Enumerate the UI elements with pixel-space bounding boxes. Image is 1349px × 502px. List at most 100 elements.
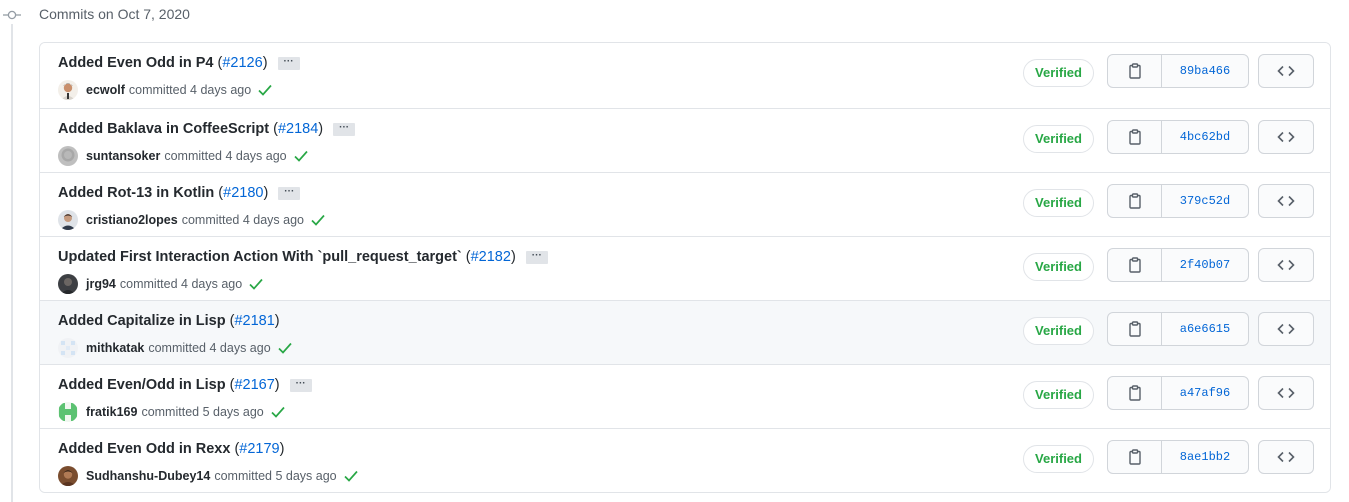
pull-request-link[interactable]: #2182 [471, 249, 511, 265]
commit-title: Added Even Odd in Rexx (#2179) [58, 441, 285, 457]
clipboard-icon [1128, 193, 1142, 209]
commit-row[interactable]: Added Baklava in CoffeeScript (#2184) ··… [40, 108, 1330, 172]
pull-request-link[interactable]: #2126 [222, 55, 262, 71]
check-icon[interactable] [344, 470, 358, 482]
ellipsis-icon[interactable]: ··· [333, 122, 356, 136]
commit-row[interactable]: Added Even Odd in Rexx (#2179) Sudhanshu… [40, 428, 1330, 492]
commit-row[interactable]: Added Even Odd in P4 (#2126) ··· ecwolf … [40, 43, 1330, 108]
commit-time: committed 4 days ago [148, 341, 271, 355]
commit-message-link[interactable]: Added Capitalize in Lisp [58, 313, 226, 329]
pull-request-link[interactable]: #2181 [234, 313, 274, 329]
browse-repo-button[interactable] [1258, 376, 1314, 410]
avatar[interactable] [58, 80, 78, 100]
verified-badge[interactable]: Verified [1023, 125, 1094, 153]
browse-repo-button[interactable] [1258, 312, 1314, 346]
browse-repo-button[interactable] [1258, 248, 1314, 282]
sha-button-group: 8ae1bb2 [1107, 440, 1249, 474]
avatar[interactable] [58, 146, 78, 166]
commit-title: Updated First Interaction Action With `p… [58, 249, 548, 265]
ellipsis-icon[interactable]: ··· [278, 186, 301, 200]
check-icon[interactable] [294, 150, 308, 162]
author-link[interactable]: suntansoker [86, 149, 160, 163]
git-commit-icon [3, 10, 21, 20]
avatar[interactable] [58, 274, 78, 294]
commit-sha-link[interactable]: 4bc62bd [1162, 121, 1248, 153]
browse-repo-button[interactable] [1258, 120, 1314, 154]
author-link[interactable]: Sudhanshu-Dubey14 [86, 469, 210, 483]
browse-repo-button[interactable] [1258, 440, 1314, 474]
check-icon[interactable] [278, 342, 292, 354]
code-icon [1277, 451, 1295, 463]
commit-meta: cristiano2lopes committed 4 days ago [58, 210, 325, 230]
check-icon[interactable] [311, 214, 325, 226]
copy-sha-button[interactable] [1108, 55, 1162, 87]
commit-sha-link[interactable]: 379c52d [1162, 185, 1248, 217]
commit-sha-link[interactable]: 89ba466 [1162, 55, 1248, 87]
code-icon [1277, 195, 1295, 207]
commit-meta: fratik169 committed 5 days ago [58, 402, 285, 422]
check-icon[interactable] [258, 84, 272, 96]
copy-sha-button[interactable] [1108, 377, 1162, 409]
copy-sha-button[interactable] [1108, 249, 1162, 281]
commit-message-link[interactable]: Added Baklava in CoffeeScript [58, 121, 269, 137]
verified-badge[interactable]: Verified [1023, 381, 1094, 409]
sha-button-group: 4bc62bd [1107, 120, 1249, 154]
code-icon [1277, 65, 1295, 77]
sha-button-group: 379c52d [1107, 184, 1249, 218]
commit-time: committed 4 days ago [164, 149, 287, 163]
commit-message-link[interactable]: Added Rot-13 in Kotlin [58, 185, 214, 201]
sha-button-group: a47af96 [1107, 376, 1249, 410]
code-icon [1277, 387, 1295, 399]
commit-message-link[interactable]: Added Even Odd in P4 [58, 55, 214, 71]
check-icon[interactable] [271, 406, 285, 418]
pull-request-link[interactable]: #2167 [234, 377, 274, 393]
commit-sha-link[interactable]: a47af96 [1162, 377, 1248, 409]
avatar[interactable] [58, 338, 78, 358]
copy-sha-button[interactable] [1108, 185, 1162, 217]
commit-group-title: Commits on Oct 7, 2020 [39, 6, 190, 22]
copy-sha-button[interactable] [1108, 313, 1162, 345]
pull-request-link[interactable]: #2184 [278, 121, 318, 137]
pull-request-link[interactable]: #2180 [223, 185, 263, 201]
commit-title: Added Even/Odd in Lisp (#2167) ··· [58, 377, 312, 393]
browse-repo-button[interactable] [1258, 54, 1314, 88]
browse-repo-button[interactable] [1258, 184, 1314, 218]
sha-button-group: 2f40b07 [1107, 248, 1249, 282]
verified-badge[interactable]: Verified [1023, 59, 1094, 87]
clipboard-icon [1128, 129, 1142, 145]
author-link[interactable]: ecwolf [86, 83, 125, 97]
commit-sha-link[interactable]: 2f40b07 [1162, 249, 1248, 281]
commit-message-link[interactable]: Updated First Interaction Action With `p… [58, 249, 462, 265]
avatar[interactable] [58, 402, 78, 422]
commit-sha-link[interactable]: a6e6615 [1162, 313, 1248, 345]
commit-sha-link[interactable]: 8ae1bb2 [1162, 441, 1248, 473]
commit-message-link[interactable]: Added Even Odd in Rexx [58, 441, 230, 457]
commit-row[interactable]: Updated First Interaction Action With `p… [40, 236, 1330, 300]
avatar[interactable] [58, 466, 78, 486]
ellipsis-icon[interactable]: ··· [277, 56, 300, 70]
verified-badge[interactable]: Verified [1023, 445, 1094, 473]
avatar[interactable] [58, 210, 78, 230]
author-link[interactable]: fratik169 [86, 405, 137, 419]
commit-title: Added Rot-13 in Kotlin (#2180) ··· [58, 185, 301, 201]
ellipsis-icon[interactable]: ··· [289, 378, 312, 392]
verified-badge[interactable]: Verified [1023, 317, 1094, 345]
check-icon[interactable] [249, 278, 263, 290]
commit-row[interactable]: Added Rot-13 in Kotlin (#2180) ··· crist… [40, 172, 1330, 236]
copy-sha-button[interactable] [1108, 121, 1162, 153]
copy-sha-button[interactable] [1108, 441, 1162, 473]
pull-request-link[interactable]: #2179 [239, 441, 279, 457]
commit-list: Added Even Odd in P4 (#2126) ··· ecwolf … [39, 42, 1331, 493]
verified-badge[interactable]: Verified [1023, 253, 1094, 281]
author-link[interactable]: cristiano2lopes [86, 213, 178, 227]
commit-message-link[interactable]: Added Even/Odd in Lisp [58, 377, 226, 393]
commit-title: Added Capitalize in Lisp (#2181) [58, 313, 280, 329]
author-link[interactable]: jrg94 [86, 277, 116, 291]
author-link[interactable]: mithkatak [86, 341, 144, 355]
commit-time: committed 4 days ago [119, 277, 243, 291]
ellipsis-icon[interactable]: ··· [525, 250, 548, 264]
clipboard-icon [1128, 63, 1142, 79]
verified-badge[interactable]: Verified [1023, 189, 1094, 217]
commit-row[interactable]: Added Even/Odd in Lisp (#2167) ··· frati… [40, 364, 1330, 428]
commit-row[interactable]: Added Capitalize in Lisp (#2181) mithkat… [40, 300, 1330, 364]
